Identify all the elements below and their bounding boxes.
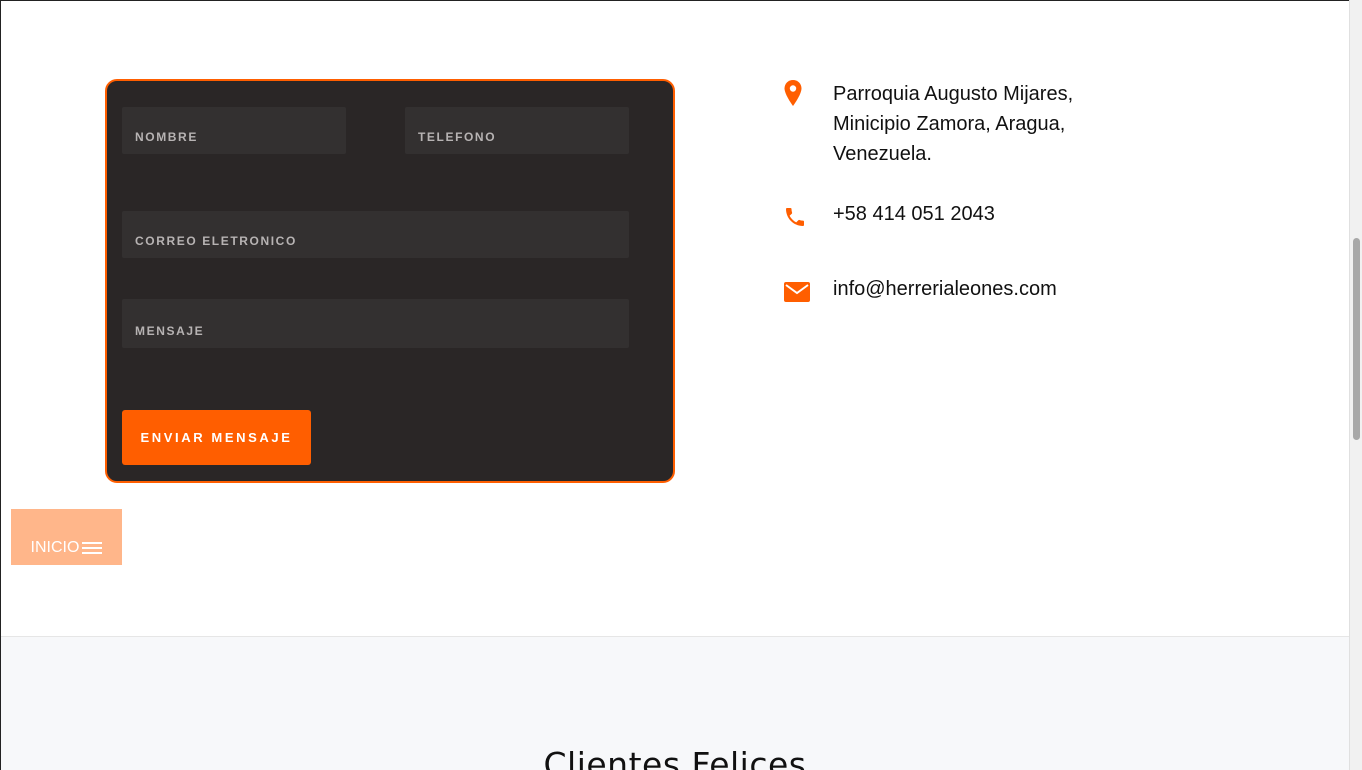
phone-icon <box>783 199 833 229</box>
phone-field-placeholder: TELEFONO <box>418 130 497 144</box>
scrollbar-thumb[interactable] <box>1353 238 1360 440</box>
name-field-placeholder: NOMBRE <box>135 130 198 144</box>
phone-field[interactable]: TELEFONO <box>405 107 629 154</box>
contact-form: NOMBRE TELEFONO CORREO ELETRONICO MENSAJ… <box>105 79 675 483</box>
hamburger-icon <box>82 539 103 557</box>
name-field[interactable]: NOMBRE <box>122 107 346 154</box>
happy-clients-section: Clientes Felices <box>1 636 1349 770</box>
message-field-placeholder: MENSAJE <box>135 324 205 338</box>
inicio-menu-button[interactable]: INICIO <box>11 509 122 565</box>
map-pin-icon <box>783 79 833 107</box>
phone-row: +58 414 051 2043 <box>783 199 995 229</box>
message-field[interactable]: MENSAJE <box>122 299 629 348</box>
envelope-icon <box>783 274 833 303</box>
inicio-label: INICIO <box>30 539 80 556</box>
email-field-placeholder: CORREO ELETRONICO <box>135 234 297 248</box>
send-message-button[interactable]: ENVIAR MENSAJE <box>122 410 311 465</box>
page-scrollbar[interactable] <box>1349 0 1362 770</box>
section-title: Clientes Felices <box>543 745 807 770</box>
address-row: Parroquia Augusto Mijares, Minicipio Zam… <box>783 79 1073 169</box>
email-row: info@herrerialeones.com <box>783 274 1057 304</box>
address-text: Parroquia Augusto Mijares, Minicipio Zam… <box>833 83 1074 165</box>
email-text: info@herrerialeones.com <box>833 278 1057 300</box>
phone-text: +58 414 051 2043 <box>833 203 995 225</box>
email-field[interactable]: CORREO ELETRONICO <box>122 211 629 258</box>
